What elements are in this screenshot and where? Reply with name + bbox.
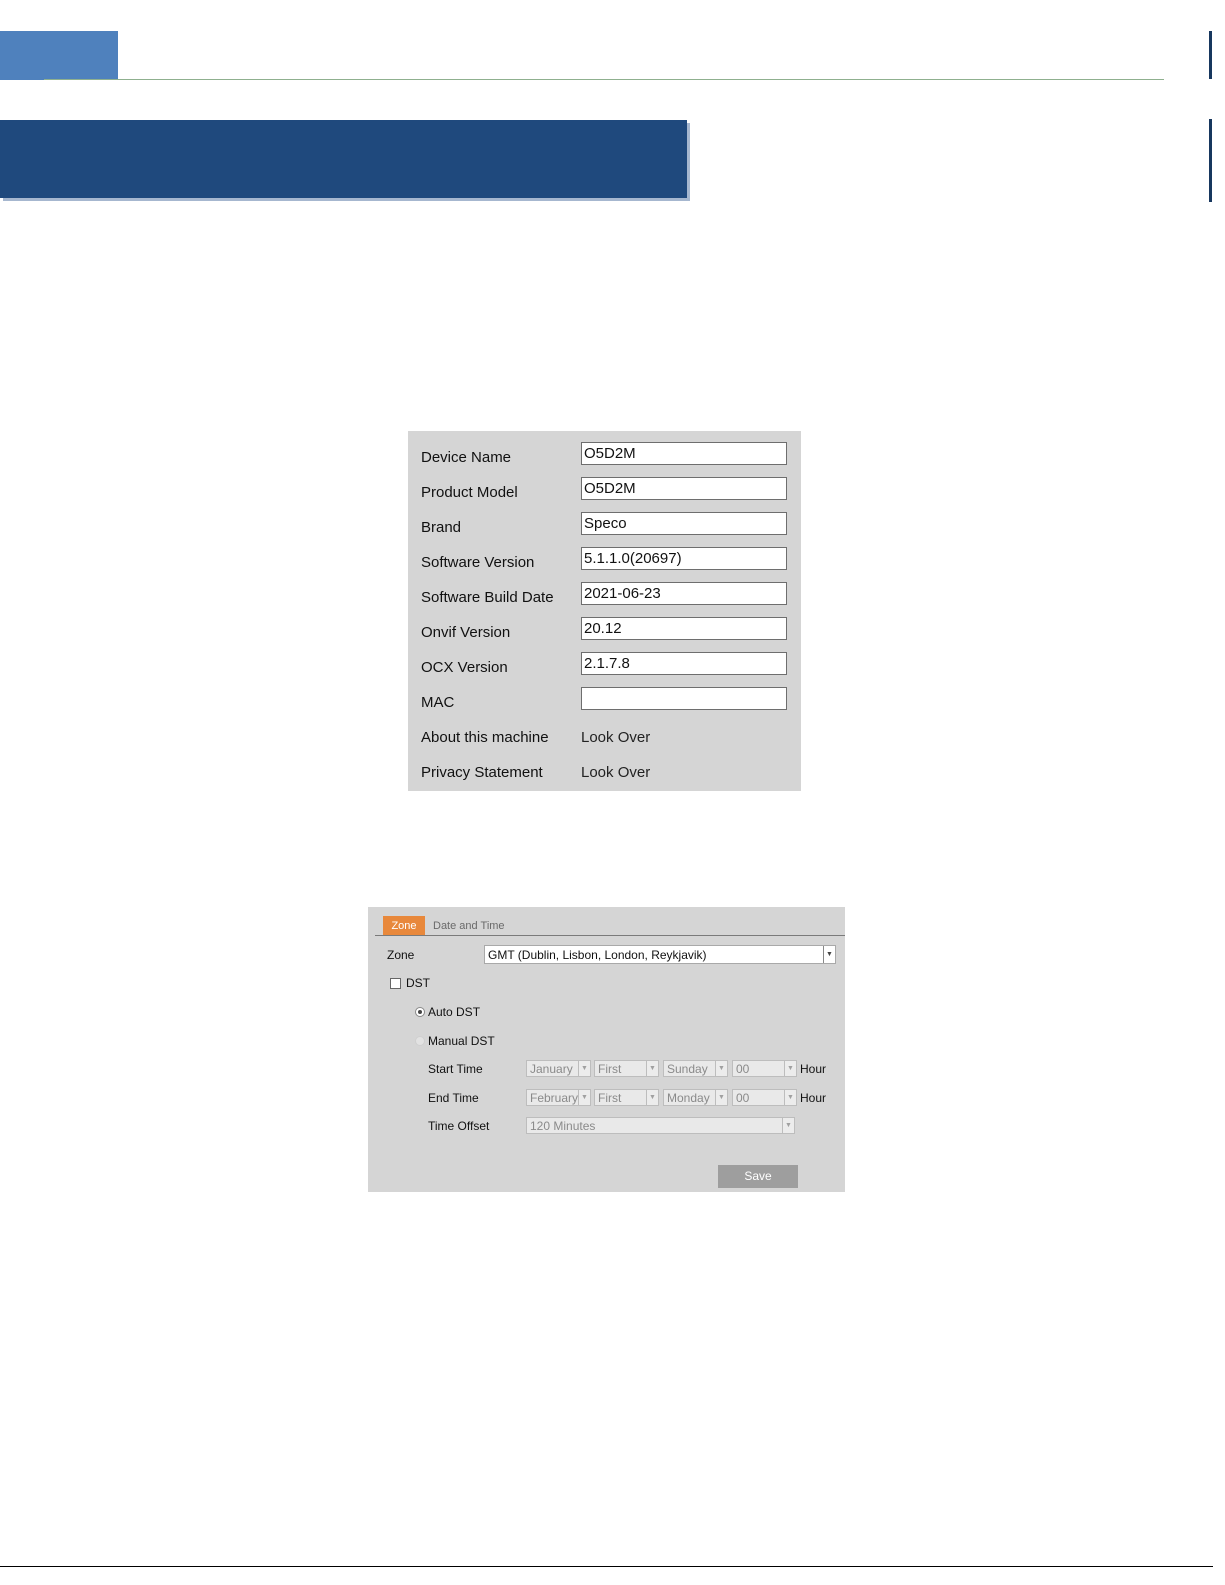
section-title-banner (0, 120, 687, 198)
end-month-value: February (530, 1091, 579, 1105)
device-info-panel: Device Name O5D2M Product Model O5D2M Br… (408, 431, 801, 791)
chevron-down-icon: ▼ (784, 1061, 796, 1076)
time-offset-label: Time Offset (428, 1119, 490, 1133)
brand-field[interactable]: Speco (581, 512, 787, 535)
end-week-select[interactable]: First ▼ (594, 1089, 659, 1106)
zone-select-value: GMT (Dublin, Lisbon, London, Reykjavik) (488, 948, 707, 962)
end-hour-unit: Hour (800, 1091, 827, 1105)
end-day-value: Monday (667, 1091, 710, 1105)
end-day-select[interactable]: Monday ▼ (663, 1089, 728, 1106)
manual-dst-radio[interactable] (415, 1036, 425, 1046)
chevron-down-icon: ▼ (578, 1061, 590, 1076)
privacy-label: Privacy Statement (421, 764, 543, 781)
zone-select[interactable]: GMT (Dublin, Lisbon, London, Reykjavik) … (484, 945, 836, 964)
time-settings-panel: Zone Date and Time Zone GMT (Dublin, Lis… (368, 907, 845, 1192)
mac-row: MAC (408, 686, 801, 721)
end-time-label: End Time (428, 1091, 479, 1105)
dst-checkbox[interactable] (390, 978, 401, 989)
onvif-version-label: Onvif Version (421, 624, 511, 641)
start-hour-select[interactable]: 00 ▼ (732, 1060, 797, 1077)
software-build-date-field[interactable]: 2021-06-23 (581, 582, 787, 605)
mac-field[interactable] (581, 687, 787, 710)
chevron-down-icon: ▼ (784, 1090, 796, 1105)
footer-rule (0, 1566, 1213, 1567)
end-week-value: First (598, 1091, 622, 1105)
chevron-down-icon: ▼ (646, 1090, 658, 1105)
device-name-row: Device Name O5D2M (408, 441, 801, 476)
software-version-row: Software Version 5.1.1.0(20697) (408, 546, 801, 581)
chevron-down-icon: ▼ (715, 1090, 727, 1105)
header-edge-mark (1209, 31, 1212, 79)
ocx-version-row: OCX Version 2.1.7.8 (408, 651, 801, 686)
zone-label: Zone (387, 948, 415, 962)
start-hour-value: 00 (736, 1062, 750, 1076)
start-week-value: First (598, 1062, 622, 1076)
brand-label: Brand (421, 519, 462, 536)
privacy-look-over-link[interactable]: Look Over (581, 761, 650, 785)
about-row: About this machine Look Over (408, 721, 801, 756)
chevron-down-icon: ▼ (715, 1061, 727, 1076)
chevron-down-icon: ▼ (782, 1118, 794, 1133)
chevron-down-icon: ▼ (578, 1090, 590, 1105)
auto-dst-label: Auto DST (428, 1005, 481, 1019)
software-version-field[interactable]: 5.1.1.0(20697) (581, 547, 787, 570)
end-hour-select[interactable]: 00 ▼ (732, 1089, 797, 1106)
end-hour-value: 00 (736, 1091, 750, 1105)
software-version-label: Software Version (421, 554, 535, 571)
start-day-value: Sunday (667, 1062, 708, 1076)
mac-label: MAC (421, 694, 455, 711)
product-model-label: Product Model (421, 484, 518, 501)
onvif-version-row: Onvif Version 20.12 (408, 616, 801, 651)
software-build-date-row: Software Build Date 2021-06-23 (408, 581, 801, 616)
about-label: About this machine (421, 729, 549, 746)
about-look-over-link[interactable]: Look Over (581, 726, 650, 750)
start-hour-unit: Hour (800, 1062, 827, 1076)
chevron-down-icon: ▼ (823, 946, 835, 963)
start-time-label: Start Time (428, 1062, 483, 1076)
manual-dst-label: Manual DST (428, 1034, 495, 1048)
software-build-date-label: Software Build Date (421, 589, 554, 606)
start-week-select[interactable]: First ▼ (594, 1060, 659, 1077)
start-day-select[interactable]: Sunday ▼ (663, 1060, 728, 1077)
privacy-row: Privacy Statement Look Over (408, 756, 801, 791)
tab-zone[interactable]: Zone (383, 916, 425, 936)
onvif-version-field[interactable]: 20.12 (581, 617, 787, 640)
start-month-value: January (530, 1062, 573, 1076)
header-rule (44, 79, 1164, 80)
tab-divider (375, 935, 845, 936)
banner-edge-mark (1209, 119, 1212, 202)
tab-date-and-time[interactable]: Date and Time (433, 916, 505, 936)
device-name-field[interactable]: O5D2M (581, 442, 787, 465)
product-model-field[interactable]: O5D2M (581, 477, 787, 500)
ocx-version-label: OCX Version (421, 659, 508, 676)
ocx-version-field[interactable]: 2.1.7.8 (581, 652, 787, 675)
header-tab-block (0, 31, 118, 80)
brand-row: Brand Speco (408, 511, 801, 546)
chevron-down-icon: ▼ (646, 1061, 658, 1076)
start-month-select[interactable]: January ▼ (526, 1060, 591, 1077)
time-offset-value: 120 Minutes (530, 1119, 596, 1133)
end-month-select[interactable]: February ▼ (526, 1089, 591, 1106)
time-offset-select[interactable]: 120 Minutes ▼ (526, 1117, 795, 1134)
auto-dst-radio[interactable] (415, 1007, 425, 1017)
product-model-row: Product Model O5D2M (408, 476, 801, 511)
device-name-label: Device Name (421, 449, 512, 466)
dst-label: DST (406, 976, 430, 990)
save-button[interactable]: Save (718, 1165, 798, 1188)
